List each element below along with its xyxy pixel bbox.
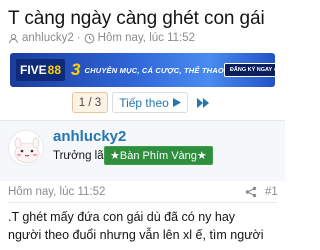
- banner-text: CHUYÊN MỤC, CÁ CƯỢC, THỂ THAO: [84, 65, 224, 75]
- next-page-button[interactable]: Tiếp theo: [112, 92, 188, 113]
- page-jump-button[interactable]: 1 / 3: [72, 92, 108, 113]
- user-title: Trưởng lão: [53, 150, 111, 162]
- clock-icon: [84, 33, 95, 43]
- user-icon: [8, 33, 19, 43]
- post-author-link[interactable]: anhlucky2: [53, 128, 126, 145]
- banner-cta-button[interactable]: ĐĂNG KÝ NGAY ›: [223, 63, 275, 77]
- thread-title: T càng ngày càng ghét con gái: [8, 8, 265, 29]
- next-page-label: Tiếp theo: [119, 95, 169, 110]
- banner-logo: FIVE 88: [16, 59, 66, 81]
- thread-author-link[interactable]: anhlucky2: [22, 32, 74, 44]
- pagination: 1 / 3 Tiếp theo: [0, 92, 285, 114]
- post-body-line: .T ghét mấy đứa con gái dù đã có ny hay: [8, 210, 236, 224]
- avatar[interactable]: [8, 130, 44, 166]
- post-body: .T ghét mấy đứa con gái dù đã có ny hay …: [8, 208, 283, 244]
- user-badge: ★Bàn Phím Vàng★: [104, 146, 213, 165]
- meta-separator: ·: [76, 32, 81, 44]
- divider: [8, 202, 277, 203]
- banner-logo-88: 88: [47, 63, 62, 77]
- thread-timestamp[interactable]: Hôm nay, lúc 11:52: [98, 32, 195, 44]
- double-chevron-right-icon[interactable]: [196, 96, 210, 110]
- avatar-image: [9, 131, 43, 165]
- post-date-link[interactable]: Hôm nay, lúc 11:52: [8, 186, 105, 198]
- post-number-link[interactable]: #1: [265, 186, 278, 198]
- thread-meta: anhlucky2 · Hôm nay, lúc 11:52: [8, 32, 195, 44]
- triangle-right-icon: [172, 98, 181, 107]
- post-body-line: người theo đuổi nhưng vẫn lên xl ế, tìm …: [8, 228, 264, 242]
- banner-number: 3: [71, 60, 81, 79]
- ad-banner[interactable]: FIVE 88 3 CHUYÊN MỤC, CÁ CƯỢC, THỂ THAO …: [10, 53, 275, 87]
- banner-logo-five: FIVE: [20, 63, 47, 77]
- share-icon[interactable]: [245, 186, 257, 198]
- post-header: anhlucky2 Trưởng lão ★Bàn Phím Vàng★: [0, 121, 285, 181]
